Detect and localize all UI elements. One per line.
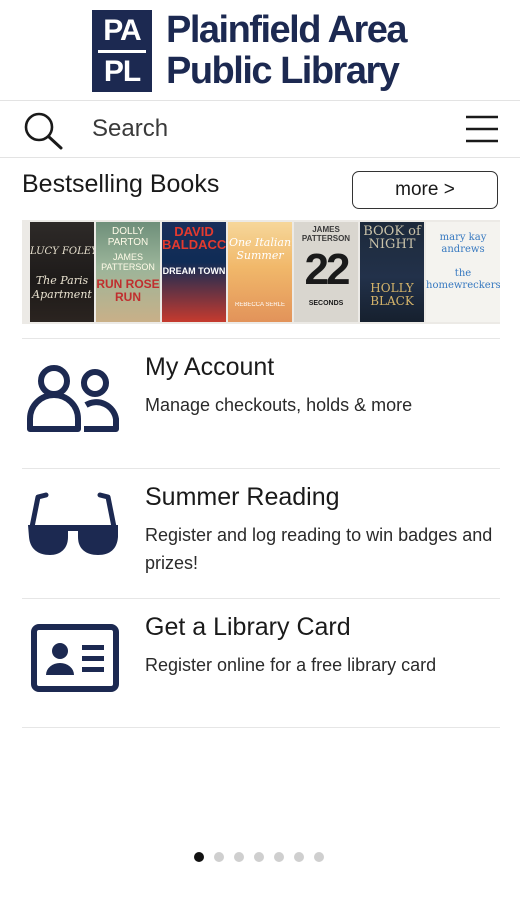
book-cover[interactable]: LUCY FOLEY The Paris Apartment — [30, 222, 94, 322]
book-cover[interactable]: BOOK of NIGHT HOLLY BLACK — [360, 222, 424, 322]
bestselling-books-heading: Bestselling Books — [22, 170, 220, 198]
book-author: HOLLY BLACK — [370, 282, 414, 308]
menu-item-summer-reading[interactable]: Summer Reading Register and log reading … — [22, 468, 500, 598]
search-bar — [0, 100, 520, 158]
logo-mark-top: PA — [103, 13, 141, 47]
menu-item-my-account[interactable]: My Account Manage checkouts, holds & mor… — [22, 338, 500, 468]
library-logo: PA PL Plainfield Area Public Library — [92, 8, 438, 94]
logo-mark-divider — [98, 49, 146, 53]
page-dot[interactable] — [274, 852, 284, 862]
search-icon[interactable] — [22, 110, 64, 150]
logo-line-1: Plainfield Area — [166, 9, 408, 51]
book-author: LUCY FOLEY — [30, 246, 94, 257]
page-indicator — [194, 852, 324, 862]
logo-mark-bottom: PL — [103, 54, 141, 88]
logo-line-2: Public Library — [166, 50, 400, 92]
page-dot[interactable] — [234, 852, 244, 862]
book-cover[interactable]: mary kay andrews the homewreckers — [426, 222, 500, 322]
menu-item-title: Summer Reading — [145, 483, 340, 511]
book-author: JAMES PATTERSON — [301, 225, 351, 243]
book-title: 22 — [304, 248, 351, 292]
page-dot[interactable] — [294, 852, 304, 862]
book-cover[interactable]: JAMES PATTERSON 22 SECONDS — [294, 222, 358, 322]
book-title: DREAM TOWN — [162, 266, 226, 276]
book-title: the homewreckers — [426, 268, 500, 291]
book-cover[interactable]: DAVID BALDACCI DREAM TOWN — [162, 222, 226, 322]
book-author: REBECCA SERLE — [234, 302, 286, 308]
book-title: The Paris Apartment — [32, 274, 92, 301]
book-author: DOLLY PARTON — [107, 226, 149, 248]
main-menu-list: My Account Manage checkouts, holds & mor… — [22, 338, 500, 728]
book-author: DAVID BALDACCI — [162, 225, 226, 251]
book-title: SECONDS — [308, 300, 344, 307]
users-icon — [27, 365, 119, 432]
book-title: BOOK of NIGHT — [363, 225, 421, 251]
menu-item-description: Register and log reading to win badges a… — [145, 525, 493, 573]
book-author: JAMES PATTERSON — [101, 252, 155, 272]
menu-item-title: My Account — [145, 353, 275, 381]
page-dot[interactable] — [194, 852, 204, 862]
book-title: One Italian Summer — [228, 236, 292, 262]
page-dot[interactable] — [254, 852, 264, 862]
page-dot[interactable] — [314, 852, 324, 862]
search-input[interactable] — [92, 113, 432, 145]
book-title: RUN ROSE RUN — [96, 278, 160, 304]
bestsellers-carousel[interactable]: LUCY FOLEY The Paris Apartment DOLLY PAR… — [22, 220, 500, 324]
menu-item-description: Register online for a free library card — [145, 655, 437, 675]
page-dot[interactable] — [214, 852, 224, 862]
id-card-icon — [31, 624, 119, 692]
book-author: mary kay andrews — [439, 232, 487, 255]
menu-item-title: Get a Library Card — [145, 613, 351, 641]
sunglasses-icon — [28, 492, 118, 555]
logo-mark: PA PL — [92, 10, 152, 92]
hamburger-menu-icon[interactable] — [464, 111, 500, 147]
book-cover[interactable]: DOLLY PARTON JAMES PATTERSON RUN ROSE RU… — [96, 222, 160, 322]
menu-item-description: Manage checkouts, holds & more — [145, 395, 413, 415]
menu-item-library-card[interactable]: Get a Library Card Register online for a… — [22, 598, 500, 728]
more-books-button[interactable]: more > — [352, 171, 498, 209]
book-cover[interactable]: One Italian Summer REBECCA SERLE — [228, 222, 292, 322]
logo-wordmark: Plainfield Area Public Library — [166, 9, 408, 92]
